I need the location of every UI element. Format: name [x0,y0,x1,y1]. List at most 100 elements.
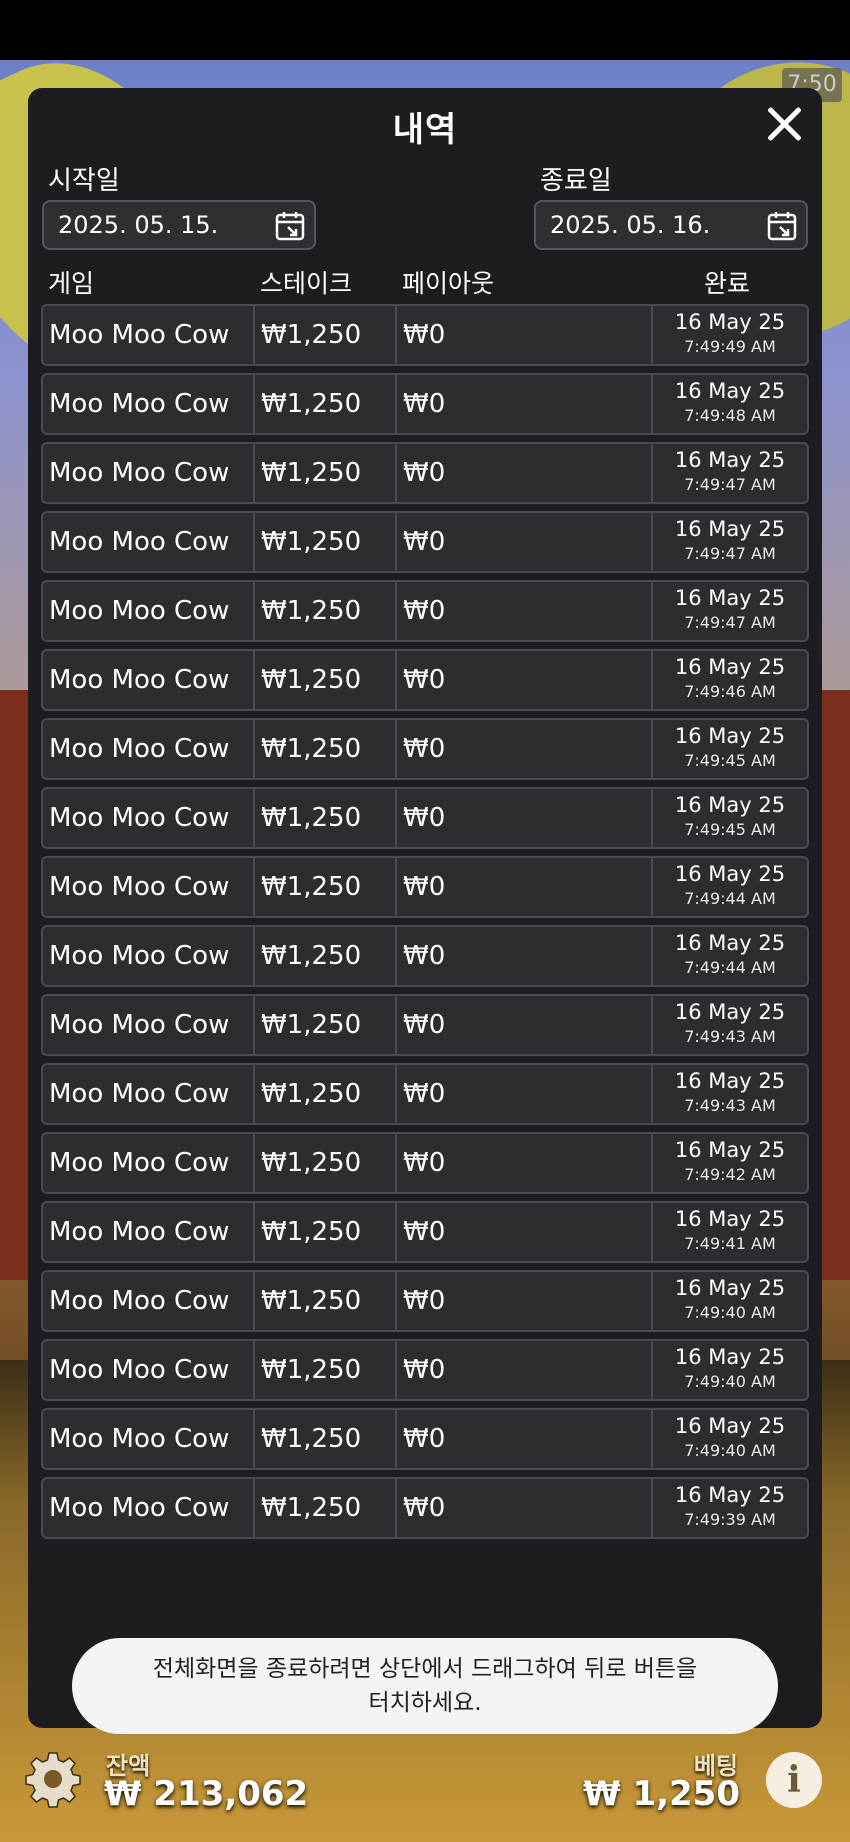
completed-cell: 16 May 25 7:49:43 AM [653,996,807,1054]
game-cell: Moo Moo Cow [43,651,255,709]
table-row[interactable]: Moo Moo Cow ₩1,250 ₩0 16 May 25 7:49:44 AM [41,856,809,918]
start-date-field[interactable]: 2025. 05. 15. [42,200,316,250]
table-row[interactable]: Moo Moo Cow ₩1,250 ₩0 16 May 25 7:49:40 AM [41,1408,809,1470]
completed-cell: 16 May 25 7:49:47 AM [653,444,807,502]
completed-cell: 16 May 25 7:49:39 AM [653,1479,807,1537]
stake-cell: ₩1,250 [255,1065,397,1123]
header-game: 게임 [48,269,95,298]
completed-time: 7:49:40 AM [684,1441,776,1460]
table-row[interactable]: Moo Moo Cow ₩1,250 ₩0 16 May 25 7:49:41 AM [41,1201,809,1263]
payout-cell: ₩0 [397,1203,653,1261]
table-row[interactable]: Moo Moo Cow ₩1,250 ₩0 16 May 25 7:49:44 AM [41,925,809,987]
completed-time: 7:49:39 AM [684,1510,776,1529]
completed-date: 16 May 25 [674,448,786,472]
header-completed: 완료 [704,269,751,298]
completed-time: 7:49:43 AM [684,1027,776,1046]
table-row[interactable]: Moo Moo Cow ₩1,250 ₩0 16 May 25 7:49:43 AM [41,1063,809,1125]
payout-cell: ₩0 [397,513,653,571]
game-cell: Moo Moo Cow [43,444,255,502]
completed-cell: 16 May 25 7:49:41 AM [653,1203,807,1261]
completed-time: 7:49:42 AM [684,1165,776,1184]
completed-time: 7:49:47 AM [684,613,776,632]
completed-time: 7:49:43 AM [684,1096,776,1115]
completed-time: 7:49:44 AM [684,889,776,908]
completed-cell: 16 May 25 7:49:43 AM [653,1065,807,1123]
stake-cell: ₩1,250 [255,306,397,364]
game-cell: Moo Moo Cow [43,996,255,1054]
payout-cell: ₩0 [397,927,653,985]
game-cell: Moo Moo Cow [43,1065,255,1123]
table-row[interactable]: Moo Moo Cow ₩1,250 ₩0 16 May 25 7:49:49 AM [41,304,809,366]
stake-cell: ₩1,250 [255,858,397,916]
completed-date: 16 May 25 [674,1207,786,1231]
calendar-icon[interactable] [766,210,798,242]
completed-date: 16 May 25 [674,1414,786,1438]
close-icon[interactable] [760,100,808,148]
completed-date: 16 May 25 [674,1483,786,1507]
completed-date: 16 May 25 [674,517,786,541]
stake-cell: ₩1,250 [255,651,397,709]
game-cell: Moo Moo Cow [43,582,255,640]
payout-cell: ₩0 [397,1410,653,1468]
table-row[interactable]: Moo Moo Cow ₩1,250 ₩0 16 May 25 7:49:40 AM [41,1339,809,1401]
gear-icon[interactable] [24,1750,82,1808]
toast-line-2: 터치하세요. [368,1690,482,1716]
history-panel: 내역 시작일 2025. 05. 15. 종료일 2025. 05. 16. 게… [28,88,822,1728]
completed-time: 7:49:46 AM [684,682,776,701]
stake-cell: ₩1,250 [255,1272,397,1330]
completed-date: 16 May 25 [674,1069,786,1093]
table-row[interactable]: Moo Moo Cow ₩1,250 ₩0 16 May 25 7:49:45 AM [41,787,809,849]
end-date-value: 2025. 05. 16. [550,211,711,239]
game-cell: Moo Moo Cow [43,927,255,985]
completed-time: 7:49:48 AM [684,406,776,425]
completed-cell: 16 May 25 7:49:49 AM [653,306,807,364]
completed-time: 7:49:45 AM [684,751,776,770]
payout-cell: ₩0 [397,444,653,502]
payout-cell: ₩0 [397,1272,653,1330]
table-row[interactable]: Moo Moo Cow ₩1,250 ₩0 16 May 25 7:49:47 AM [41,580,809,642]
game-cell: Moo Moo Cow [43,1203,255,1261]
completed-cell: 16 May 25 7:49:40 AM [653,1272,807,1330]
stake-cell: ₩1,250 [255,1203,397,1261]
game-cell: Moo Moo Cow [43,858,255,916]
completed-date: 16 May 25 [674,1138,786,1162]
completed-cell: 16 May 25 7:49:47 AM [653,513,807,571]
completed-date: 16 May 25 [674,862,786,886]
calendar-icon[interactable] [274,210,306,242]
table-row[interactable]: Moo Moo Cow ₩1,250 ₩0 16 May 25 7:49:46 AM [41,649,809,711]
start-date-value: 2025. 05. 15. [58,211,219,239]
table-row[interactable]: Moo Moo Cow ₩1,250 ₩0 16 May 25 7:49:39 AM [41,1477,809,1539]
payout-cell: ₩0 [397,375,653,433]
completed-cell: 16 May 25 7:49:44 AM [653,858,807,916]
game-cell: Moo Moo Cow [43,1341,255,1399]
stake-cell: ₩1,250 [255,444,397,502]
table-row[interactable]: Moo Moo Cow ₩1,250 ₩0 16 May 25 7:49:43 AM [41,994,809,1056]
completed-time: 7:49:47 AM [684,475,776,494]
start-date-label: 시작일 [48,166,120,196]
stake-cell: ₩1,250 [255,582,397,640]
completed-time: 7:49:40 AM [684,1303,776,1322]
payout-cell: ₩0 [397,582,653,640]
table-header: 게임 스테이크 페이아웃 완료 [28,264,822,304]
payout-cell: ₩0 [397,1065,653,1123]
completed-date: 16 May 25 [674,586,786,610]
completed-date: 16 May 25 [674,1345,786,1369]
completed-date: 16 May 25 [674,655,786,679]
table-row[interactable]: Moo Moo Cow ₩1,250 ₩0 16 May 25 7:49:48 AM [41,373,809,435]
table-row[interactable]: Moo Moo Cow ₩1,250 ₩0 16 May 25 7:49:45 AM [41,718,809,780]
table-row[interactable]: Moo Moo Cow ₩1,250 ₩0 16 May 25 7:49:42 AM [41,1132,809,1194]
completed-cell: 16 May 25 7:49:45 AM [653,720,807,778]
completed-date: 16 May 25 [674,793,786,817]
info-icon[interactable]: i [766,1752,822,1808]
table-row[interactable]: Moo Moo Cow ₩1,250 ₩0 16 May 25 7:49:47 AM [41,511,809,573]
table-row[interactable]: Moo Moo Cow ₩1,250 ₩0 16 May 25 7:49:40 AM [41,1270,809,1332]
stake-cell: ₩1,250 [255,375,397,433]
payout-cell: ₩0 [397,996,653,1054]
completed-time: 7:49:40 AM [684,1372,776,1391]
header-stake: 스테이크 [260,269,353,298]
stake-cell: ₩1,250 [255,1410,397,1468]
completed-date: 16 May 25 [674,1000,786,1024]
end-date-field[interactable]: 2025. 05. 16. [534,200,808,250]
game-cell: Moo Moo Cow [43,720,255,778]
table-row[interactable]: Moo Moo Cow ₩1,250 ₩0 16 May 25 7:49:47 AM [41,442,809,504]
